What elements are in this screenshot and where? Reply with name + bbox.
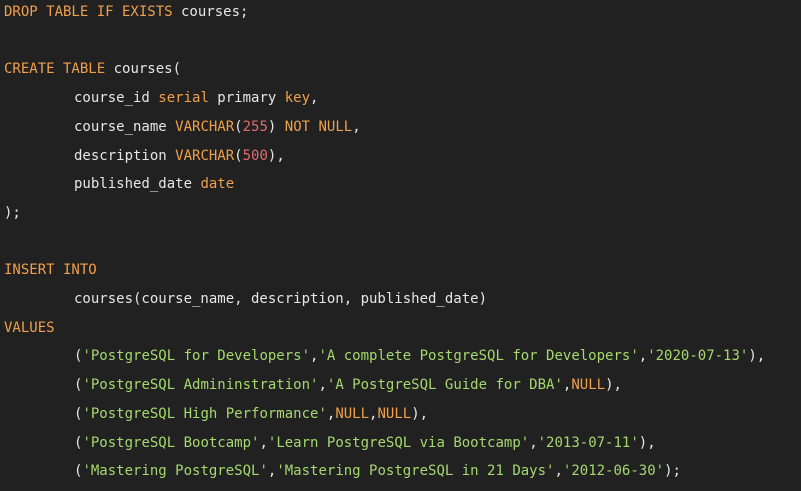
code-line: ); (4, 203, 21, 223)
sql-text: ); (4, 204, 21, 221)
sql-text: primary (208, 90, 285, 107)
sql-text: , (638, 348, 648, 365)
sql-text: , (352, 118, 361, 135)
code-line: CREATE TABLE courses( (4, 59, 181, 79)
sql-string: 'Learn PostgreSQL via Bootcamp' (267, 434, 530, 451)
sql-text: course_id (74, 90, 159, 107)
sql-number: 255 (242, 118, 268, 135)
sql-text: ), (748, 348, 766, 365)
code-line: ('Mastering PostgreSQL','Mastering Postg… (74, 461, 681, 481)
sql-text: ( (234, 147, 243, 164)
sql-keyword: DROP TABLE IF EXISTS (4, 4, 173, 20)
sql-text: , (554, 463, 563, 480)
sql-string: 'A PostgreSQL Guide for DBA' (326, 377, 563, 394)
code-line: VALUES (4, 318, 55, 338)
sql-keyword: key (284, 90, 311, 107)
sql-keyword: VARCHAR (175, 147, 235, 164)
sql-text: ), (638, 434, 656, 451)
code-line: ('PostgreSQL High Performance',NULL,NULL… (74, 404, 428, 424)
code-line: course_id serial primary key, (74, 88, 318, 108)
sql-keyword: NULL (335, 405, 370, 422)
sql-string: 'Mastering PostgreSQL' (82, 463, 268, 480)
sql-text: , (310, 90, 319, 107)
code-line: ('PostgreSQL Bootcamp','Learn PostgreSQL… (74, 433, 656, 453)
sql-string: 'PostgreSQL for Developers' (82, 348, 311, 365)
sql-keyword: NULL (571, 377, 606, 394)
sql-text: courses; (172, 4, 249, 20)
sql-text: published_date (74, 176, 201, 193)
sql-text: course_name (74, 118, 176, 135)
sql-string: 'PostgreSQL Bootcamp' (82, 434, 260, 451)
sql-keyword: NOT NULL (284, 118, 353, 135)
sql-text: ), (267, 147, 285, 164)
code-line: ('PostgreSQL for Developers','A complete… (74, 346, 765, 366)
code-line: INSERT INTO (4, 260, 97, 280)
sql-keyword: INSERT INTO (4, 262, 97, 279)
sql-text: ); (664, 463, 681, 480)
sql-string: '2020-07-13' (647, 348, 749, 365)
code-line: courses(course_name, description, publis… (74, 289, 487, 309)
sql-keyword: CREATE TABLE (4, 61, 106, 78)
sql-text: ) (267, 118, 285, 135)
code-line: DROP TABLE IF EXISTS courses; (4, 2, 248, 22)
sql-string: 'A complete PostgreSQL for Developers' (318, 348, 639, 365)
code-line: published_date date (74, 174, 234, 194)
sql-keyword: NULL (377, 405, 412, 422)
sql-string: '2012-06-30' (562, 463, 665, 480)
code-line: ('PostgreSQL Admininstration','A Postgre… (74, 375, 622, 395)
sql-text: courses( (105, 61, 182, 78)
sql-text: ), (605, 377, 622, 394)
sql-keyword: serial (158, 90, 209, 107)
code-line: course_name VARCHAR(255) NOT NULL, (74, 117, 361, 137)
sql-text: description (74, 147, 176, 164)
sql-code-block: DROP TABLE IF EXISTS courses; CREATE TABL… (0, 0, 801, 491)
sql-text: , (259, 434, 268, 451)
sql-text: , (529, 434, 538, 451)
code-line: description VARCHAR(500), (74, 146, 285, 166)
sql-string: 'Mastering PostgreSQL in 21 Days' (276, 463, 555, 480)
sql-text: ), (411, 405, 429, 422)
sql-text: ( (234, 118, 243, 135)
sql-keyword: VARCHAR (175, 118, 235, 135)
sql-number: 500 (242, 147, 268, 164)
sql-text: , (318, 377, 327, 394)
sql-text: courses(course_name, description, publis… (74, 291, 488, 307)
sql-string: '2013-07-11' (537, 434, 639, 451)
sql-keyword: VALUES (4, 319, 55, 336)
sql-string: 'PostgreSQL Admininstration' (82, 377, 319, 394)
sql-keyword: date (200, 176, 235, 193)
sql-string: 'PostgreSQL High Performance' (82, 405, 327, 422)
